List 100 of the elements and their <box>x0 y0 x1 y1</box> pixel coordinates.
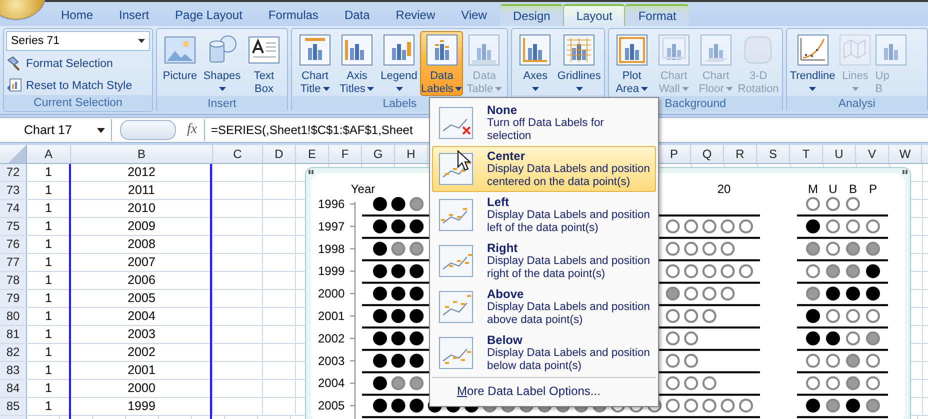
menu-item[interactable]: Below Display Data Labels and position below data point(s) <box>432 330 656 376</box>
table-cell: 2000 <box>71 380 213 397</box>
year-label: 1999 <box>318 264 345 278</box>
ribbon-tab[interactable]: Data <box>331 4 383 26</box>
ribbon-tab[interactable]: View <box>448 4 500 26</box>
ribbon-button[interactable]: Axis Titles <box>336 31 378 96</box>
menu-item[interactable]: None Turn off Data Labels for selection <box>432 100 656 146</box>
caret-icon <box>852 86 859 90</box>
chart-header: 20 <box>717 182 731 196</box>
row-header[interactable]: 78 <box>0 272 27 289</box>
column-header[interactable]: E <box>296 145 329 163</box>
caret-icon <box>396 86 402 90</box>
caret-icon <box>576 86 583 90</box>
row-header[interactable]: 79 <box>0 290 27 307</box>
menu-item-title: None <box>487 103 518 117</box>
table-cell: 1 <box>27 272 71 289</box>
column-header[interactable]: C <box>213 145 263 163</box>
year-label: 2001 <box>318 309 345 323</box>
menu-item-title: Above <box>487 287 525 301</box>
row-header[interactable]: 72 <box>0 164 27 181</box>
bar-chart-icon <box>563 34 596 66</box>
table-cell: 1 <box>27 200 71 217</box>
column-header[interactable]: D <box>263 145 296 163</box>
ribbon-tab[interactable]: Home <box>48 4 106 26</box>
caret-icon <box>97 128 105 132</box>
column-header[interactable]: S <box>757 145 790 163</box>
table-cell: 2007 <box>71 254 213 271</box>
ribbon-tab[interactable]: Design <box>500 4 564 26</box>
ribbon-button[interactable]: Plot Area <box>610 31 653 96</box>
row-header[interactable]: 76 <box>0 236 27 253</box>
chart-element-dropdown[interactable]: Series 71 <box>6 31 150 51</box>
ribbon-button[interactable]: Picture <box>159 31 201 96</box>
column-header[interactable]: W <box>889 145 922 163</box>
row-header[interactable]: 83 <box>0 362 27 379</box>
resize-handle[interactable] <box>902 170 908 174</box>
ribbon-button[interactable]: Trendline <box>788 31 836 96</box>
group-label: Background <box>664 98 726 110</box>
row-header[interactable]: 81 <box>0 326 27 343</box>
caret-icon <box>682 86 689 91</box>
column-header[interactable]: G <box>362 145 395 163</box>
menu-item-description: Turn off Data Labels for selection <box>487 117 604 143</box>
column-header[interactable]: B <box>71 145 213 163</box>
column-header[interactable]: U <box>823 145 856 163</box>
ribbon-tab[interactable]: Insert <box>106 4 162 26</box>
row-header[interactable]: 80 <box>0 308 27 325</box>
column-header[interactable]: Q <box>691 145 724 163</box>
menu-item-title: Below <box>487 333 524 347</box>
row-header[interactable]: 84 <box>0 380 27 397</box>
row-header[interactable]: 82 <box>0 344 27 361</box>
menu-item-description: Display Data Labels and position right of the data point(s) <box>487 255 650 281</box>
menu-item[interactable]: Left Display Data Labels and position left of the data point(s) <box>432 192 656 238</box>
table-cell: 1 <box>27 308 71 325</box>
ribbon-tab[interactable]: Page Layout <box>162 4 256 26</box>
menu-item[interactable]: More Data Label Options... <box>432 378 656 404</box>
ribbon-button[interactable]: Shapes <box>201 31 243 96</box>
ribbon-tab[interactable]: Layout <box>563 4 626 26</box>
column-header[interactable]: T <box>790 145 823 163</box>
mouse-pointer-icon <box>457 150 471 172</box>
insert-function-button[interactable]: fx <box>180 122 204 138</box>
resize-handle[interactable] <box>308 170 314 174</box>
ribbon-button[interactable]: Gridlines <box>556 31 602 95</box>
column-header[interactable]: H <box>395 145 428 163</box>
ribbon-button[interactable]: Data Labels <box>420 31 464 96</box>
column-header[interactable]: R <box>724 145 757 163</box>
ribbon-button[interactable]: Legend <box>378 31 420 96</box>
ribbon-tab[interactable]: Format <box>625 4 690 26</box>
table-cell: 2005 <box>71 290 213 307</box>
ribbon-tab[interactable]: Formulas <box>255 4 332 26</box>
formula-bar-splitter[interactable] <box>120 120 176 140</box>
bar-chart-icon <box>426 34 458 66</box>
menu-item[interactable]: Right Display Data Labels and position right of the data point(s) <box>432 238 656 284</box>
ribbon-tab[interactable]: Review <box>382 4 448 26</box>
bar-chart-icon <box>341 34 373 66</box>
menu-item-description: Display Data Labels and position left of the data point(s) <box>487 209 650 235</box>
column-header[interactable]: V <box>856 145 889 163</box>
ribbon-button[interactable]: Text Box <box>243 31 285 96</box>
table-cell: 1 <box>27 290 71 307</box>
row-header[interactable]: 73 <box>0 182 27 199</box>
row-header[interactable]: 77 <box>0 254 27 271</box>
caret-icon <box>640 86 648 91</box>
column-header[interactable]: A <box>27 145 71 163</box>
ribbon-command[interactable]: Reset to Match Style <box>6 76 150 95</box>
ribbon-button[interactable]: Axes <box>514 31 556 95</box>
caret-icon <box>455 86 462 91</box>
bar-chart-icon <box>519 34 552 66</box>
year-label: 2002 <box>318 331 345 346</box>
row-header[interactable]: 85 <box>0 398 27 415</box>
ribbon-button[interactable]: Chart Title <box>294 31 336 96</box>
line-chart-icon <box>439 107 473 139</box>
name-box[interactable]: Chart 17 <box>0 119 112 141</box>
rounded-square-icon <box>742 34 774 66</box>
bar-chart-icon <box>468 34 500 66</box>
menu-item[interactable]: Above Display Data Labels and position above data point(s) <box>432 284 656 330</box>
ribbon-command[interactable]: Format Selection <box>6 54 150 73</box>
formula-field[interactable]: =SERIES(,Sheet1!$C$1:$AF$1,Sheet <box>204 119 413 141</box>
menu-item[interactable]: Center Display Data Labels and position centered on the data point(s) <box>432 146 656 192</box>
menu-item-description: Display Data Labels and position centered on the data point(s) <box>487 163 650 189</box>
row-header[interactable]: 75 <box>0 218 27 235</box>
column-header[interactable]: F <box>329 145 362 163</box>
row-header[interactable]: 74 <box>0 200 27 217</box>
